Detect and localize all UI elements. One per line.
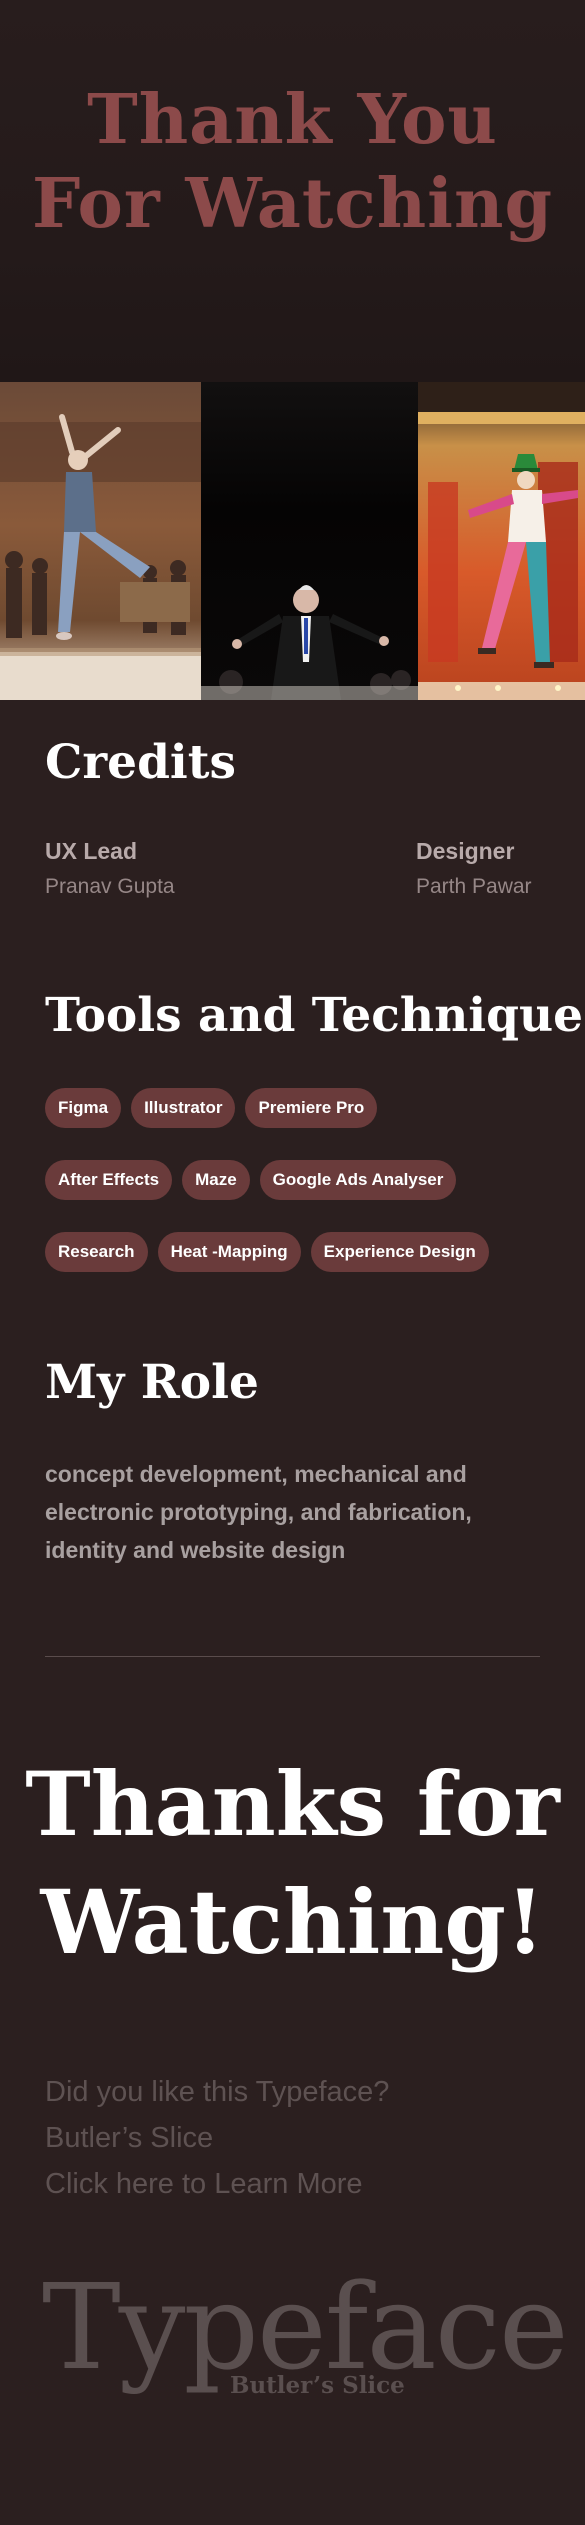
hero-title: Thank You For Watching xyxy=(0,78,585,246)
tools-title: Tools and Techniques xyxy=(45,988,585,1043)
conductor-photo xyxy=(201,382,418,700)
cta-typeface-name: Butler’s Slice xyxy=(45,2122,214,2154)
hero-title-line-2: For Watching xyxy=(31,164,553,244)
tag-row-1: Figma Illustrator Premiere Pro xyxy=(45,1088,378,1128)
section-divider xyxy=(45,1656,540,1657)
ballet-dancer-photo xyxy=(0,382,201,700)
tag-heat-mapping: Heat -Mapping xyxy=(157,1232,301,1272)
tag-experience-design: Experience Design xyxy=(310,1232,489,1272)
tag-row-2: After Effects Maze Google Ads Analyser xyxy=(45,1160,457,1200)
role-description: concept development, mechanical and elec… xyxy=(45,1461,472,1563)
role-title: My Role xyxy=(45,1355,259,1410)
tag-illustrator: Illustrator xyxy=(131,1088,236,1128)
typeface-logo-subtitle: Butler’s Slice xyxy=(230,2372,405,2399)
closing-title: Thanks for Watching! xyxy=(0,1745,585,1981)
tag-research: Research xyxy=(45,1232,148,1272)
tag-maze: Maze xyxy=(182,1160,250,1200)
cta-question: Did you like this Typeface? xyxy=(45,2076,390,2108)
credit-role-designer: Designer xyxy=(416,838,515,864)
hero-section: Thank You For Watching xyxy=(0,0,585,700)
closing-title-line-2: Watching! xyxy=(40,1870,545,1974)
costumed-dancer-photo xyxy=(418,382,585,700)
tag-figma: Figma xyxy=(45,1088,122,1128)
credit-role-ux-lead: UX Lead xyxy=(45,838,138,864)
tag-google-ads-analyser: Google Ads Analyser xyxy=(259,1160,457,1200)
hero-title-line-1: Thank You xyxy=(87,80,498,160)
photo-strip xyxy=(0,382,585,700)
credit-name-ux-lead: Pranav Gupta xyxy=(45,875,175,898)
tag-row-3: Research Heat -Mapping Experience Design xyxy=(45,1232,489,1272)
learn-more-link[interactable]: Click here to Learn More xyxy=(45,2168,363,2201)
credit-name-designer: Parth Pawar xyxy=(416,875,532,898)
closing-title-line-1: Thanks for xyxy=(25,1752,560,1856)
credits-title: Credits xyxy=(45,735,236,790)
tag-after-effects: After Effects xyxy=(45,1160,173,1200)
tag-premiere-pro: Premiere Pro xyxy=(245,1088,378,1128)
